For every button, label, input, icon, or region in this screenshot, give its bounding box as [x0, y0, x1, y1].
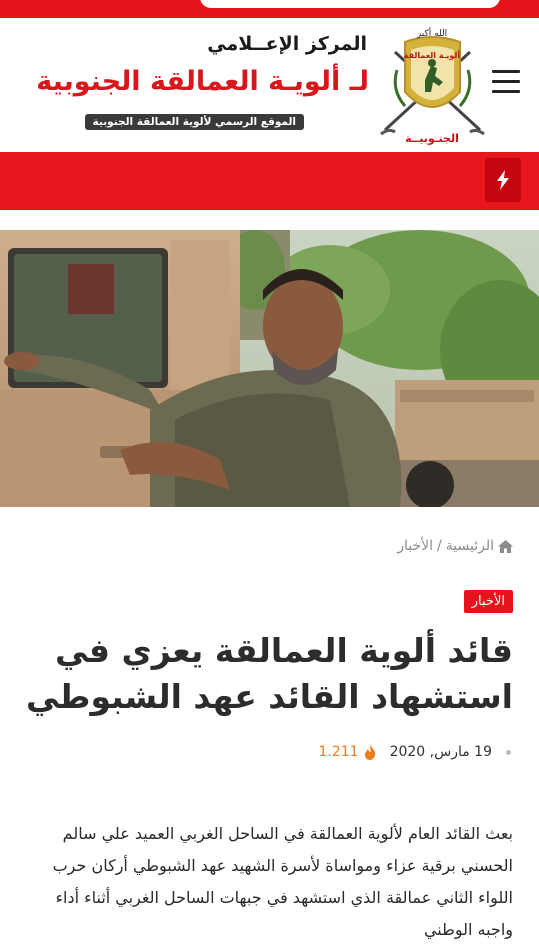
hamburger-menu-icon: [492, 70, 520, 73]
breaking-news-bar: [0, 152, 539, 210]
article-photo: [0, 230, 539, 507]
logo-emblem-icon: الله أكبر ألويـة العمالقة الجنـوبيــة: [380, 27, 485, 145]
views-count: 1.211: [318, 744, 359, 760]
meta-dot: [506, 749, 511, 755]
category-badge[interactable]: الأخبار: [463, 590, 513, 613]
breadcrumb-home-label: الرئيسية: [445, 538, 494, 554]
breadcrumb: الرئيسية / الأخبار: [397, 538, 513, 554]
brand-title-small[interactable]: المركز الإعــلامي: [207, 33, 367, 55]
site-tagline: الموقع الرسمي لألوية العمالقة الجنوبية: [84, 114, 304, 130]
article-meta: 19 مارس, 2020 1.211: [318, 744, 511, 760]
menu-line: [492, 80, 520, 83]
logo-text-mid: ألويـة العمالقة: [404, 50, 461, 60]
featured-image: [0, 230, 539, 507]
home-icon: [498, 539, 513, 553]
article-title: قائد ألوية العمالقة يعزي في استشهاد القا…: [26, 631, 513, 716]
top-bar: [0, 0, 539, 18]
fire-icon: [364, 744, 375, 760]
article-date: 19 مارس, 2020: [389, 744, 492, 760]
menu-button[interactable]: [492, 70, 520, 94]
lightning-bolt-icon: [497, 170, 509, 190]
breadcrumb-current: الأخبار: [397, 538, 434, 554]
site-logo[interactable]: الله أكبر ألويـة العمالقة الجنـوبيــة: [375, 22, 490, 147]
logo-text-top: الله أكبر: [416, 27, 447, 39]
breadcrumb-separator: /: [437, 538, 442, 554]
brand-title-large[interactable]: لـ ألويـة العمالقة الجنوبية: [36, 66, 369, 97]
breaking-news-button[interactable]: [485, 158, 521, 202]
logo-text-bottom: الجنـوبيــة: [405, 132, 459, 145]
menu-line: [492, 90, 520, 93]
top-search-field[interactable]: [200, 0, 500, 8]
views-counter: 1.211: [318, 744, 375, 760]
article-body: بعث القائد العام لألوية العمالقة في السا…: [52, 824, 513, 939]
breadcrumb-home-link[interactable]: الرئيسية: [446, 538, 513, 554]
